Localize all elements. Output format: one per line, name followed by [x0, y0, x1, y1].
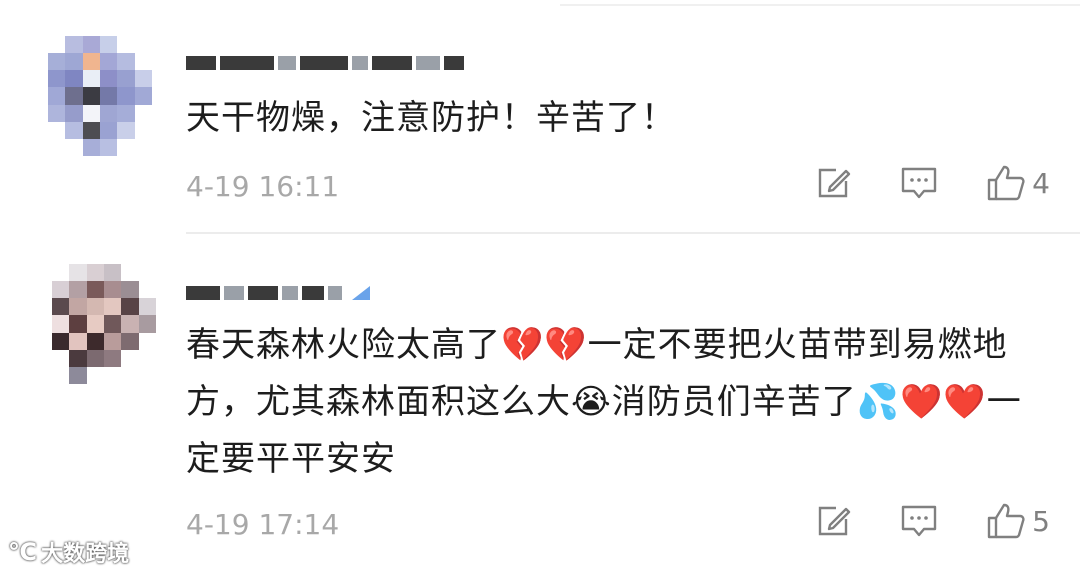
comment-actions: 4 [816, 164, 1050, 202]
like-button[interactable]: 4 [986, 164, 1050, 202]
like-count: 5 [1032, 504, 1050, 538]
watermark: ℃ 大数跨境 [8, 536, 129, 568]
thumbs-up-icon [987, 503, 1025, 539]
username-redacted[interactable] [186, 50, 464, 76]
thumbs-up-icon [987, 165, 1025, 201]
avatar[interactable] [52, 264, 156, 384]
comment-text: 春天森林火险太高了💔💔一定不要把火苗带到易燃地方，尤其森林面积这么大😭消防员们辛… [186, 325, 1022, 479]
comment-text: 天干物燥，注意防护！辛苦了！ [186, 98, 676, 138]
avatar[interactable] [48, 36, 152, 156]
comment-divider [186, 232, 1080, 234]
comment-actions: 5 [816, 502, 1050, 540]
watermark-text: 大数跨境 [41, 542, 130, 567]
comment-timestamp: 4-19 17:14 [186, 508, 340, 541]
comment-item: 春天森林火险太高了💔💔一定不要把火苗带到易燃地方，尤其森林面积这么大😭消防员们辛… [0, 236, 1080, 572]
comment-icon[interactable] [900, 166, 938, 200]
username-redacted[interactable] [186, 280, 370, 306]
like-button[interactable]: 5 [986, 502, 1050, 540]
like-count: 4 [1032, 166, 1050, 200]
edit-icon[interactable] [816, 167, 852, 199]
verified-badge-icon [352, 286, 370, 300]
comment-icon[interactable] [900, 504, 938, 538]
comment-timestamp: 4-19 16:11 [186, 170, 340, 203]
watermark-logo-icon: ℃ [8, 538, 38, 566]
edit-icon[interactable] [816, 505, 852, 537]
comment-item: 天干物燥，注意防护！辛苦了！ 4-19 16:11 4 [0, 0, 1080, 232]
